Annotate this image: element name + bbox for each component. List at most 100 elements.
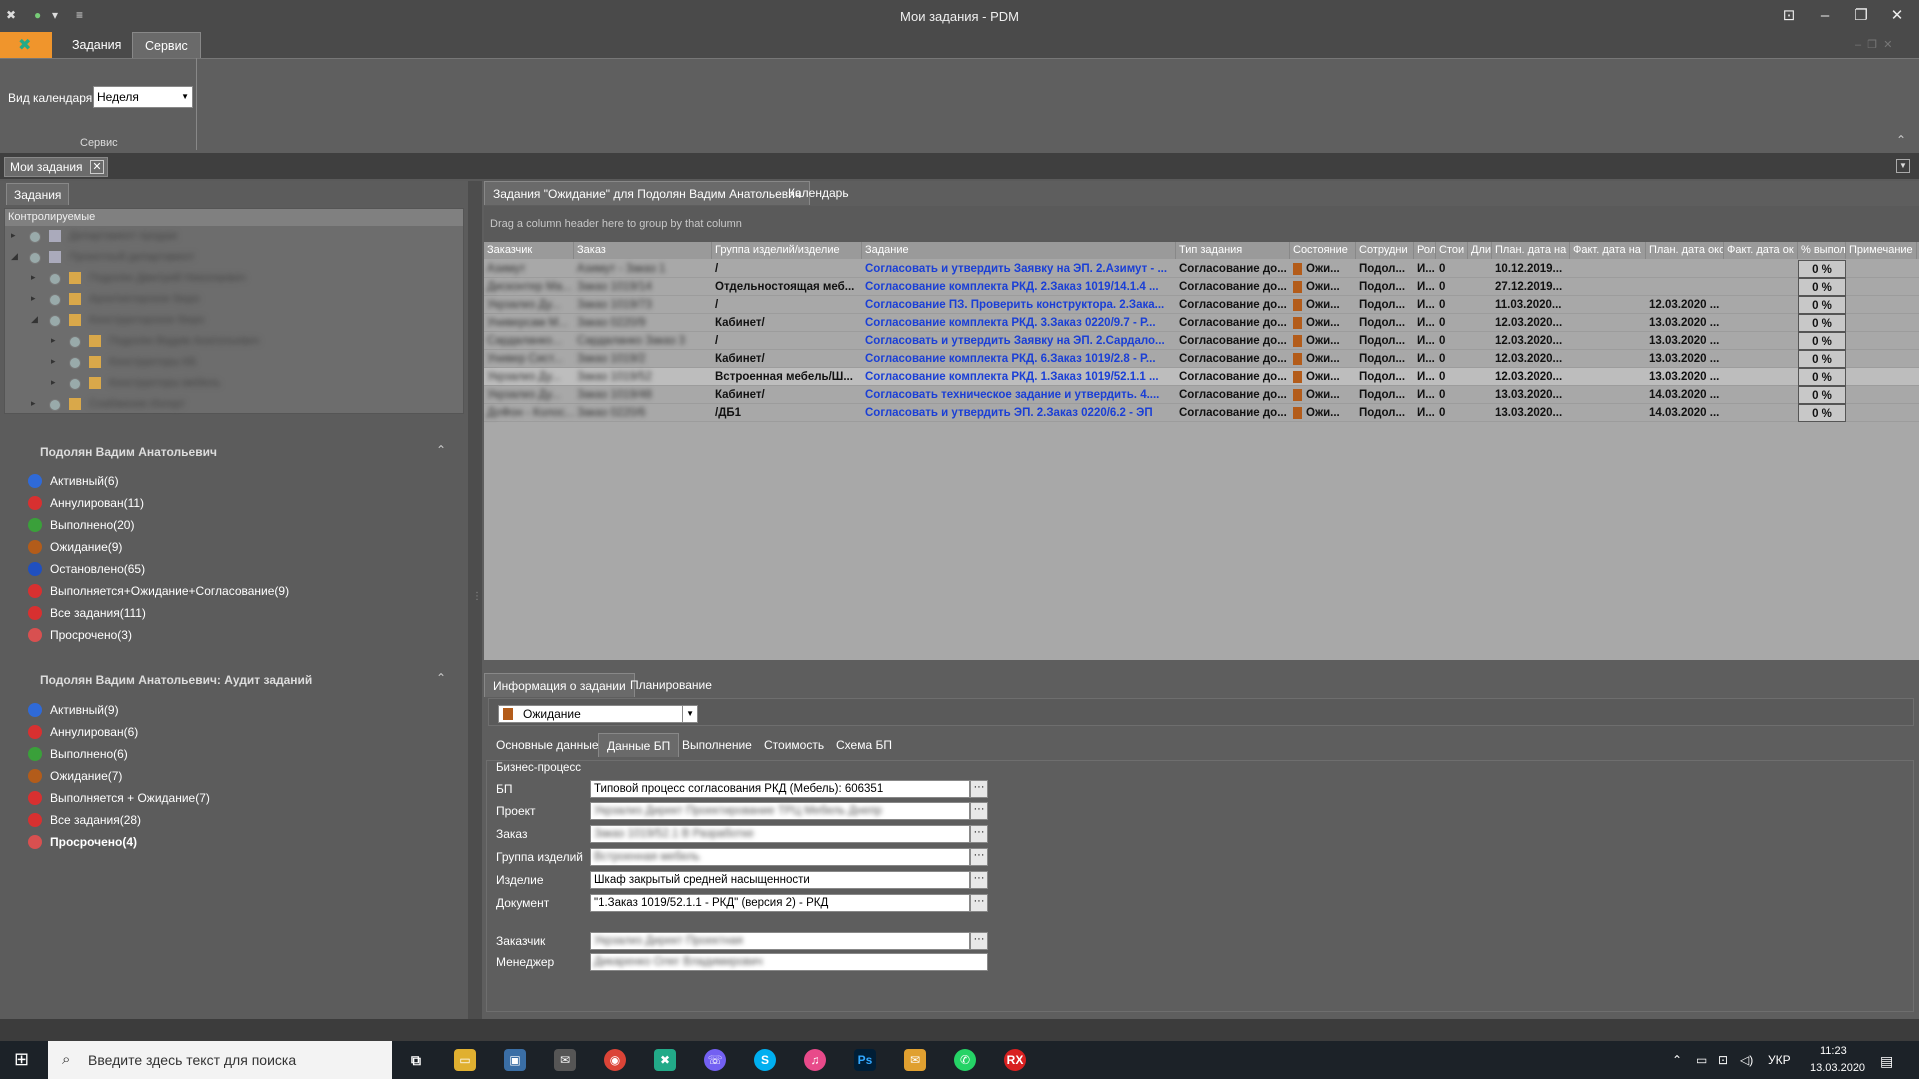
cell-task[interactable]: Согласовать и утвердить Заявку на ЭП. 2.… — [862, 260, 1176, 278]
table-row[interactable]: Дисконтер Ма... Заказ 1019/14 Отдельностоя… — [484, 278, 1919, 296]
field-value[interactable]: Укрзализ Директ Проектирование ТРЦ Мебел… — [590, 802, 970, 820]
tree-item[interactable]: ▸ Подолян Дмитрий Николаевич — [5, 269, 463, 289]
viber-icon[interactable]: ☏ — [704, 1049, 726, 1071]
cell-task[interactable]: Согласование комплекта РКД. 3.Заказ 0220… — [862, 314, 1176, 332]
column-header[interactable]: Рол — [1414, 242, 1436, 259]
expand-icon[interactable]: ▸ — [31, 272, 36, 283]
tab-zadaniya[interactable]: Задания — [60, 32, 133, 58]
subtab[interactable]: Выполнение — [674, 733, 760, 757]
expand-icon[interactable]: ▸ — [51, 335, 56, 346]
chrome-icon[interactable]: ◉ — [604, 1049, 626, 1071]
minimize-button[interactable]: – — [1810, 6, 1840, 26]
cell-task[interactable]: Согласовать техническое задание и утверд… — [862, 386, 1176, 404]
rx-app-icon[interactable]: RX — [1004, 1049, 1026, 1071]
column-header[interactable]: Заказчик — [484, 242, 574, 259]
tree-item[interactable]: ◢ Конструкторское бюро — [5, 311, 463, 331]
tree-item[interactable]: ▸ Архитекторское бюро — [5, 290, 463, 310]
expand-icon[interactable]: ▸ — [51, 356, 56, 367]
subtab[interactable]: Данные БП — [598, 733, 680, 757]
table-row[interactable]: ДоФон - Колос... Заказ 0220/6/ДБ1 Согласов… — [484, 404, 1919, 422]
expand-icon[interactable]: ▸ — [31, 398, 36, 409]
table-row[interactable]: Укрзализ Ду... Заказ 1019/52 Встроенная ме… — [484, 368, 1919, 386]
mail-icon[interactable]: ✉ — [554, 1049, 576, 1071]
table-row[interactable]: Сардаланко... Сардаланко Заказ 3 / Согласов… — [484, 332, 1919, 350]
column-header[interactable]: Состояние — [1290, 242, 1356, 259]
cell-task[interactable]: Согласовать и утвердить Заявку на ЭП. 2.… — [862, 332, 1176, 350]
taskbar-search-input[interactable]: ⌕ Введите здесь текст для поиска — [48, 1041, 392, 1079]
ellipsis-button[interactable]: ··· — [970, 802, 988, 820]
group-by-area[interactable]: Drag a column header here to group by th… — [484, 206, 1919, 242]
subtab[interactable]: Схема БП — [828, 733, 900, 757]
column-header[interactable]: % выпол — [1798, 242, 1846, 259]
collapse-section-icon[interactable]: ⌃ — [436, 671, 446, 685]
store-icon[interactable]: ▣ — [504, 1049, 526, 1071]
subtab[interactable]: Стоимость — [756, 733, 832, 757]
field-value[interactable]: Укрзализ Директ Проектная — [590, 932, 970, 950]
cell-task[interactable]: Согласовать и утвердить ЭП. 2.Заказ 0220… — [862, 404, 1176, 422]
table-row[interactable]: Азимут Азимут - Заказ 1 / Согласовать и утв… — [484, 260, 1919, 278]
whatsapp-icon[interactable]: ✆ — [954, 1049, 976, 1071]
language-indicator[interactable]: УКР — [1768, 1053, 1791, 1067]
notifications-icon[interactable]: ▤ — [1880, 1053, 1893, 1070]
column-header[interactable]: Заказ — [574, 242, 712, 259]
field-value[interactable]: Шкаф закрытый средней насыщенности — [590, 871, 970, 889]
volume-icon[interactable]: ◁) — [1740, 1053, 1753, 1067]
app-menu-button[interactable]: ✖ — [0, 32, 52, 58]
field-value[interactable]: Заказ 1019/52.1 В Разработке — [590, 825, 970, 843]
expand-icon[interactable]: ▸ — [51, 377, 56, 388]
document-tab-my-tasks[interactable]: Мои задания ✕ — [4, 157, 108, 177]
ellipsis-button[interactable]: ··· — [970, 894, 988, 912]
column-header[interactable]: Стои — [1436, 242, 1468, 259]
cell-task[interactable]: Согласование комплекта РКД. 2.Заказ 1019… — [862, 278, 1176, 296]
close-tab-icon[interactable]: ✕ — [90, 160, 104, 174]
tab-servis[interactable]: Сервис — [132, 32, 201, 58]
tab-task-info[interactable]: Информация о задании — [484, 673, 635, 697]
tab-list-dropdown-icon[interactable]: ▼ — [1896, 159, 1910, 173]
photoshop-icon[interactable]: Ps — [854, 1049, 876, 1071]
calendar-view-select[interactable]: Неделя ▼ — [93, 86, 193, 108]
column-header[interactable]: План. дата на — [1492, 242, 1570, 259]
cell-task[interactable]: Согласование ПЗ. Проверить конструктора.… — [862, 296, 1176, 314]
clock-time[interactable]: 11:23 — [1820, 1045, 1847, 1057]
tree-item[interactable]: ▸ Снабжение Ингерт — [5, 395, 463, 415]
clock-date[interactable]: 13.03.2020 — [1810, 1062, 1865, 1074]
table-row[interactable]: Укрзализ Ду... Заказ 1019/48 Кабинет/Согла… — [484, 386, 1919, 404]
mail-client-icon[interactable]: ✉ — [904, 1049, 926, 1071]
panel-splitter[interactable]: ⋮ — [468, 181, 482, 1019]
column-header[interactable]: Задание — [862, 242, 1176, 259]
ellipsis-button[interactable]: ··· — [970, 848, 988, 866]
ellipsis-button[interactable]: ··· — [970, 871, 988, 889]
ellipsis-button[interactable]: ··· — [970, 932, 988, 950]
expand-icon[interactable]: ▸ — [31, 293, 36, 304]
cell-task[interactable]: Согласование комплекта РКД. 6.Заказ 1019… — [862, 350, 1176, 368]
task-view-icon[interactable]: ⧉ — [405, 1049, 427, 1071]
column-header[interactable]: Тип задания — [1176, 242, 1290, 259]
column-header[interactable]: Факт. дата на — [1570, 242, 1646, 259]
table-row[interactable]: Укрзализ Ду... Заказ 1019/73 / Согласование… — [484, 296, 1919, 314]
column-header[interactable]: Примечание — [1846, 242, 1917, 259]
tab-planning[interactable]: Планирование — [622, 673, 720, 697]
column-header[interactable]: Дли — [1468, 242, 1492, 259]
column-header[interactable]: План. дата око — [1646, 242, 1724, 259]
tree-item[interactable]: ▸ Подолян Вадим Анатольевич — [5, 332, 463, 352]
collapse-ribbon-icon[interactable]: ⌃ — [1896, 133, 1906, 147]
field-value[interactable]: "1.Заказ 1019/52.1.1 - РКД" (версия 2) -… — [590, 894, 970, 912]
restore-layout-icon[interactable]: ⊡ — [1774, 6, 1804, 26]
tab-tasks-left[interactable]: Задания — [6, 183, 70, 205]
task-status-select[interactable]: Ожидание ▼ — [498, 705, 698, 723]
column-header[interactable]: Группа изделий/изделие — [712, 242, 862, 259]
tree-item[interactable]: ▸ Конструкторы мебель — [5, 374, 463, 394]
ellipsis-button[interactable]: ··· — [970, 825, 988, 843]
cell-task[interactable]: Согласование комплекта РКД. 1.Заказ 1019… — [862, 368, 1176, 386]
battery-icon[interactable]: ▭ — [1696, 1053, 1707, 1067]
itunes-icon[interactable]: ♫ — [804, 1049, 826, 1071]
skype-icon[interactable]: S — [754, 1049, 776, 1071]
pdm-app-icon[interactable]: ✖ — [654, 1049, 676, 1071]
tree-item[interactable]: ▸ Конструкторы КБ — [5, 353, 463, 373]
table-row[interactable]: Универсам М... Заказ 0220/9 Кабинет/Соглас… — [484, 314, 1919, 332]
field-value[interactable]: Встроенная мебель — [590, 848, 970, 866]
ellipsis-button[interactable]: ··· — [970, 780, 988, 798]
expand-icon[interactable]: ▸ — [11, 230, 16, 241]
field-value[interactable]: Типовой процесс согласования РКД (Мебель… — [590, 780, 970, 798]
tree-item[interactable]: ▸ Департамент продаж — [5, 227, 463, 247]
